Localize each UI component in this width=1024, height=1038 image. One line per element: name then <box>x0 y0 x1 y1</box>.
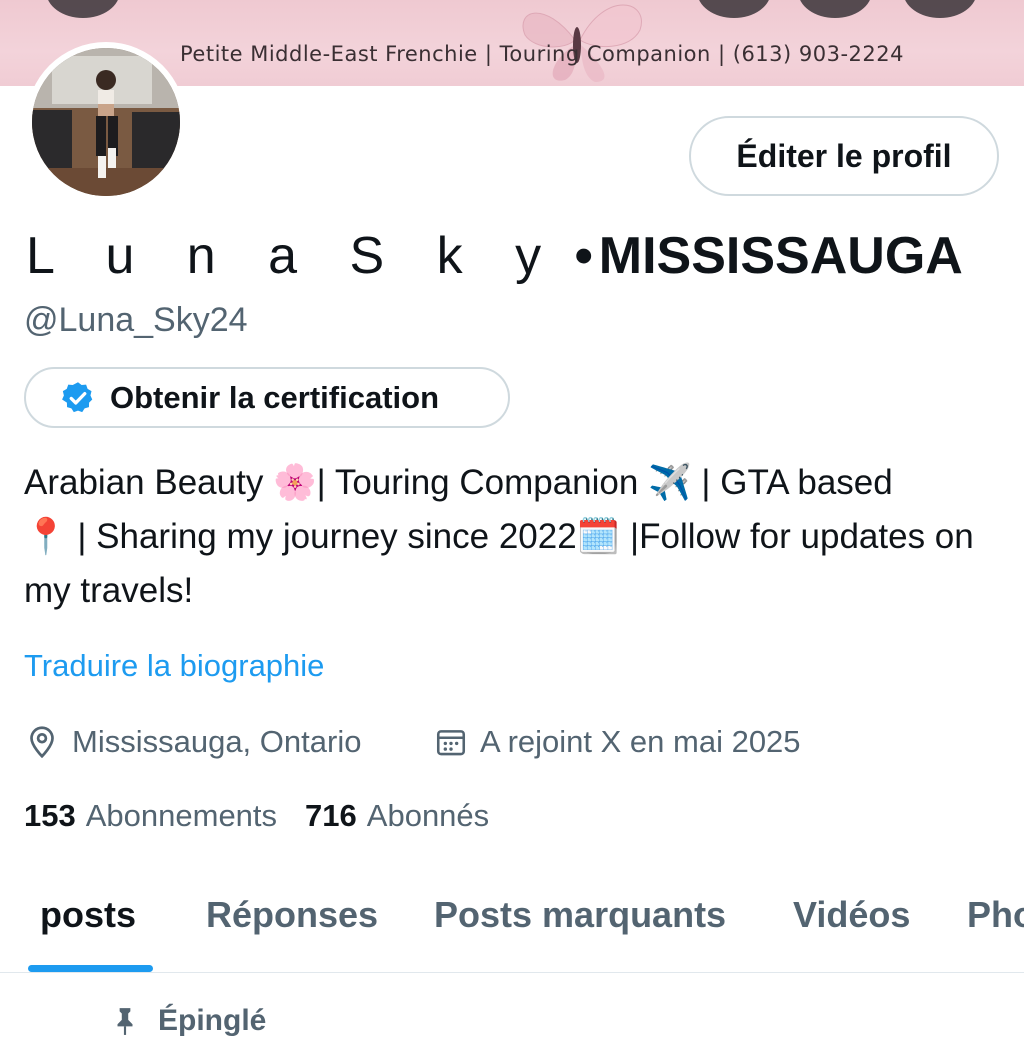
bio-text: | Sharing my journey since 2022 <box>67 517 577 556</box>
profile-tabs: posts Réponses Posts marquants Vidéos Ph… <box>0 880 1024 972</box>
user-handle: @Luna_Sky24 <box>24 301 248 339</box>
back-button[interactable] <box>46 0 120 18</box>
pinned-label: Épinglé <box>112 1004 266 1038</box>
edit-profile-button[interactable]: Éditer le profil <box>689 116 999 196</box>
tab-posts[interactable]: posts <box>40 894 136 936</box>
active-tab-indicator <box>28 965 153 972</box>
tab-photos[interactable]: Pho <box>967 894 1024 936</box>
avatar-photo <box>32 48 180 196</box>
following-count: 153 <box>24 798 76 833</box>
pinned-text: Épinglé <box>158 1004 267 1037</box>
profile-bio: Arabian Beauty 🌸| Touring Companion ✈️ |… <box>24 456 1009 617</box>
following-link[interactable]: 153 Abonnements <box>24 798 277 834</box>
verified-badge-icon <box>62 381 93 412</box>
followers-link[interactable]: 716 Abonnés <box>305 798 489 834</box>
translate-bio-link[interactable]: Traduire la biographie <box>24 648 324 684</box>
bio-text: | GTA based <box>691 463 893 502</box>
profile-location: Mississauga, Ontario <box>24 724 361 760</box>
location-text: Mississauga, Ontario <box>72 724 362 759</box>
banner-text: Petite Middle-East Frenchie | Touring Co… <box>180 42 904 66</box>
more-button[interactable] <box>903 0 977 18</box>
display-name-dot: • <box>574 227 593 285</box>
display-name-city: MISSISSAUGA <box>598 227 963 285</box>
bio-text: Arabian Beauty <box>24 463 274 502</box>
airplane-icon: ✈️ <box>648 463 692 503</box>
joined-text: A rejoint X en mai 2025 <box>480 724 801 759</box>
calendar-icon <box>436 730 466 756</box>
cherry-blossom-icon: 🌸 <box>273 463 317 503</box>
follow-stats: 153 Abonnements 716 Abonnés <box>24 798 489 834</box>
display-name: L u n a S k y • MISSISSAUGA <box>26 226 963 286</box>
followers-count: 716 <box>305 798 357 833</box>
share-button[interactable] <box>798 0 872 18</box>
pushpin-icon: 📍 <box>24 517 68 557</box>
pin-icon <box>117 1008 133 1035</box>
display-name-first: L u n a S k y <box>26 227 561 285</box>
following-label: Abonnements <box>85 798 278 833</box>
tab-replies[interactable]: Réponses <box>206 894 378 936</box>
bio-text: | Touring Companion <box>316 463 649 502</box>
avatar[interactable] <box>26 42 186 202</box>
calendar-emoji-icon: 🗓️ <box>576 517 621 557</box>
followers-label: Abonnés <box>366 798 490 833</box>
tabs-divider <box>0 972 1024 973</box>
profile-joined-date: A rejoint X en mai 2025 <box>434 724 801 760</box>
get-verified-button[interactable]: Obtenir la certification <box>24 367 510 428</box>
tab-videos[interactable]: Vidéos <box>793 894 910 936</box>
location-pin-icon <box>30 726 54 759</box>
get-verified-label: Obtenir la certification <box>110 379 440 415</box>
search-button[interactable] <box>697 0 771 18</box>
tab-highlights[interactable]: Posts marquants <box>434 894 726 936</box>
